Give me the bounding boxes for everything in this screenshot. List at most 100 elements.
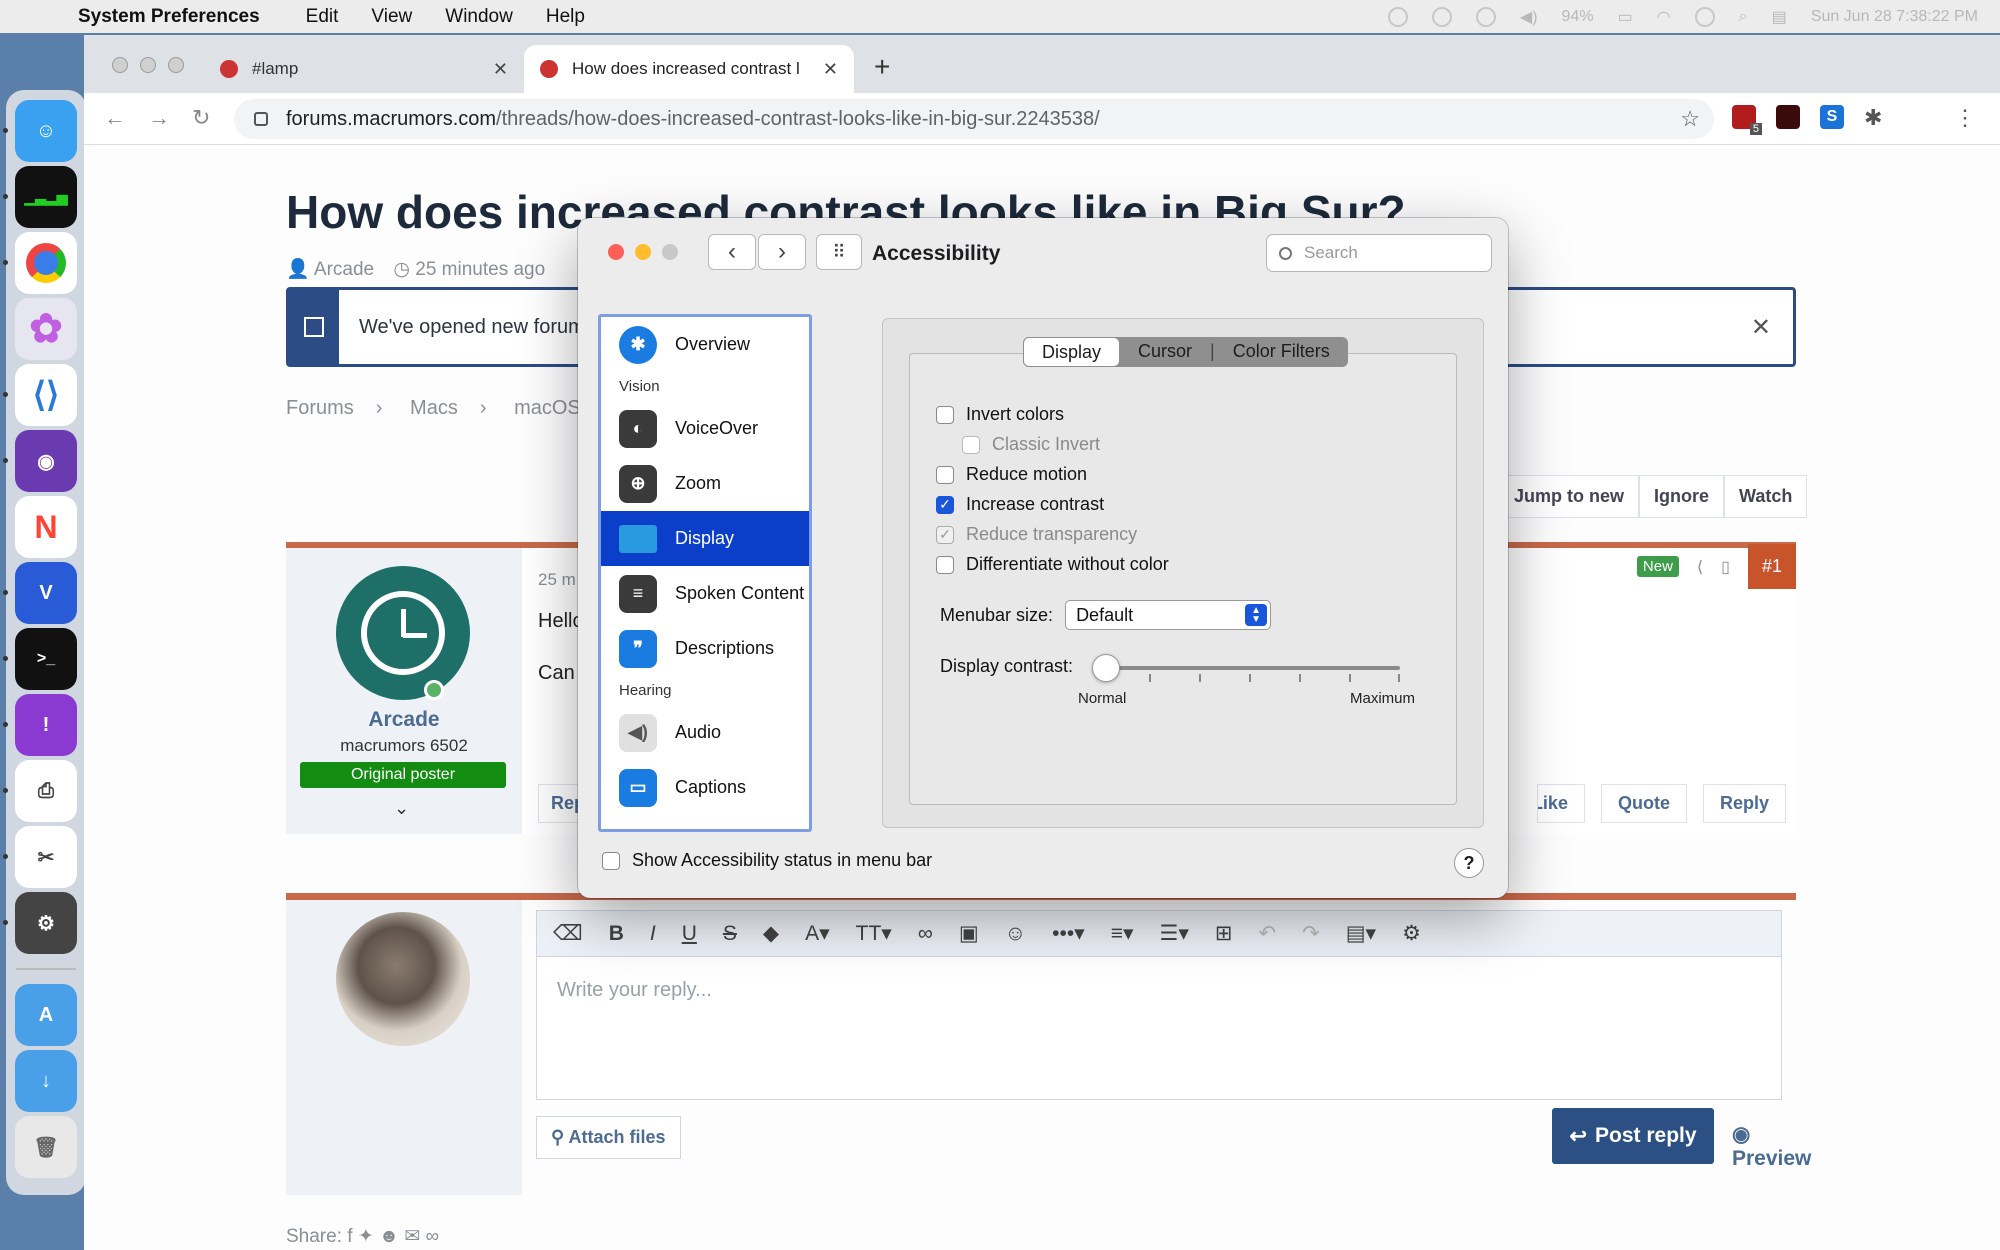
bookmark-star-icon[interactable]: ☆ — [1680, 106, 1700, 132]
differentiate-checkbox[interactable] — [936, 555, 954, 574]
close-tab-icon[interactable]: ✕ — [823, 59, 838, 80]
link-icon[interactable]: ∞ — [918, 922, 933, 946]
ignore-button[interactable]: Ignore — [1639, 475, 1725, 518]
control-center-icon[interactable]: ▤ — [1772, 7, 1787, 27]
terminal-icon[interactable]: >_ — [3, 628, 77, 690]
wifi-icon[interactable]: ◠ — [1657, 7, 1671, 27]
applications-folder-icon[interactable]: A — [15, 984, 77, 1046]
finder-icon[interactable]: ☺ — [3, 100, 77, 162]
redo-icon[interactable]: ↷ — [1302, 921, 1320, 946]
vscode-icon[interactable]: ⟨⟩ — [3, 364, 77, 426]
watch-button[interactable]: Watch — [1724, 475, 1808, 518]
invert-colors-option[interactable]: Invert colors — [936, 404, 1064, 425]
back-button[interactable]: ‹ — [708, 234, 756, 270]
quote-button[interactable]: Quote — [1600, 784, 1687, 823]
battery-icon[interactable]: ▭ — [1618, 7, 1633, 27]
thread-time[interactable]: 25 minutes ago — [415, 259, 545, 280]
post-number[interactable]: #1 — [1747, 544, 1796, 589]
link-share-icon[interactable]: ∞ — [426, 1226, 440, 1247]
post-reply-button[interactable]: ↩ Post reply — [1552, 1108, 1714, 1164]
sidebar-item-audio[interactable]: ◀) Audio — [601, 705, 809, 760]
sidebar-item-captions[interactable]: ▭ Captions — [601, 760, 809, 815]
info-icon[interactable] — [1431, 6, 1452, 27]
sidebar-item-zoom[interactable]: ⊕ Zoom — [601, 456, 809, 511]
reduce-transparency-checkbox[interactable]: ✓ — [936, 525, 954, 544]
feedback-icon[interactable]: ! — [3, 694, 77, 756]
preview-button[interactable]: ◉ Preview — [1732, 1122, 1811, 1171]
bookmark-icon[interactable]: ▯ — [1721, 557, 1730, 577]
close-window-icon[interactable] — [112, 57, 128, 73]
volume-icon[interactable]: ◀) — [1520, 7, 1538, 27]
reload-icon[interactable]: ↻ — [192, 105, 210, 131]
menu-app-name[interactable]: System Preferences — [78, 6, 260, 28]
globe-icon[interactable] — [1387, 6, 1408, 27]
show-status-checkbox[interactable] — [602, 851, 620, 870]
extensions-puzzle-icon[interactable]: ✱ — [1864, 105, 1888, 130]
jump-to-new-button[interactable]: Jump to new — [1499, 475, 1640, 518]
github-desktop-icon[interactable]: ◉ — [3, 430, 77, 492]
menu-view[interactable]: View — [371, 6, 412, 28]
zoom-window-icon[interactable] — [662, 244, 678, 260]
sidebar-item-spoken-content[interactable]: ≡ Spoken Content — [601, 566, 809, 621]
browser-menu-icon[interactable]: ⋮ — [1954, 105, 1978, 130]
sidebar-item-display[interactable]: Display — [601, 511, 809, 566]
sidebar-item-voiceover[interactable]: ◐ VoiceOver — [601, 401, 809, 456]
classic-invert-option[interactable]: Classic Invert — [962, 434, 1100, 455]
email-icon[interactable]: ✉ — [404, 1226, 420, 1247]
search-field[interactable]: Search — [1266, 234, 1492, 272]
settings-gear-icon[interactable]: ⚙ — [1402, 921, 1421, 946]
color-icon[interactable]: ◆ — [763, 921, 779, 946]
image-icon[interactable]: ▣ — [959, 921, 979, 946]
show-all-button[interactable]: ⠿ — [816, 234, 862, 270]
help-button[interactable]: ? — [1454, 848, 1484, 878]
tab-macrumors[interactable]: How does increased contrast l ✕ — [524, 45, 854, 93]
tab-cursor[interactable]: Cursor — [1120, 337, 1210, 367]
undo-icon[interactable]: ↶ — [1259, 921, 1277, 946]
back-icon[interactable]: ← — [104, 105, 126, 131]
show-status-option[interactable]: Show Accessibility status in menu bar — [602, 850, 932, 871]
differentiate-without-color-option[interactable]: Differentiate without color — [936, 554, 1169, 575]
close-tab-icon[interactable]: ✕ — [493, 59, 508, 80]
reddit-icon[interactable]: ☻ — [379, 1226, 399, 1247]
minimize-window-icon[interactable] — [140, 57, 156, 73]
preview-app-icon[interactable]: ⎙ — [3, 760, 77, 822]
align-icon[interactable]: ≡▾ — [1111, 921, 1134, 946]
downloads-folder-icon[interactable]: ↓ — [15, 1050, 77, 1112]
menubar-clock[interactable]: Sun Jun 28 7:38:22 PM — [1811, 8, 1978, 26]
slider-thumb[interactable] — [1092, 654, 1120, 682]
italic-icon[interactable]: I — [650, 922, 656, 946]
breadcrumb-macs[interactable]: Macs — [410, 397, 458, 419]
list-icon[interactable]: ☰▾ — [1160, 921, 1189, 946]
tab-color-filters[interactable]: Color Filters — [1215, 337, 1348, 367]
menu-help[interactable]: Help — [546, 6, 585, 28]
chrome-icon[interactable] — [3, 232, 77, 294]
system-preferences-icon[interactable]: ⚙ — [3, 892, 77, 954]
font-size-icon[interactable]: TT▾ — [856, 921, 892, 946]
reduce-transparency-option[interactable]: ✓ Reduce transparency — [936, 524, 1137, 545]
close-notice-icon[interactable]: ✕ — [1751, 313, 1771, 342]
bold-icon[interactable]: B — [609, 922, 624, 946]
increase-contrast-checkbox[interactable]: ✓ — [936, 495, 954, 514]
strikethrough-icon[interactable]: S — [723, 922, 737, 946]
more-icon[interactable]: •••▾ — [1052, 921, 1085, 946]
battery-percent[interactable]: 94% — [1562, 8, 1594, 26]
sidebar-item-overview[interactable]: ✱ Overview — [601, 317, 809, 372]
reduce-motion-option[interactable]: Reduce motion — [936, 464, 1087, 485]
new-tab-icon[interactable]: + — [874, 51, 890, 83]
ublock-extension-icon[interactable]: 5 — [1732, 105, 1762, 135]
activity-monitor-icon[interactable]: ▁▃▂▅ — [3, 166, 77, 228]
eraser-icon[interactable]: ⌫ — [553, 921, 583, 946]
share-icon[interactable]: ⟨ — [1697, 557, 1703, 577]
avatar[interactable] — [336, 566, 470, 700]
flower-app-icon[interactable]: ✿ — [15, 298, 77, 360]
chevron-down-icon[interactable]: ⌄ — [394, 798, 409, 819]
user-icon[interactable] — [1694, 6, 1715, 27]
display-contrast-slider[interactable] — [1092, 654, 1400, 682]
menu-edit[interactable]: Edit — [306, 6, 339, 28]
sidebar-item-descriptions[interactable]: ❞ Descriptions — [601, 621, 809, 676]
pdf-extension-icon[interactable] — [1776, 105, 1800, 129]
forward-icon[interactable]: → — [148, 105, 170, 131]
post-time[interactable]: 25 m — [538, 570, 576, 590]
vnc-icon[interactable]: V — [3, 562, 77, 624]
avatar[interactable] — [336, 912, 470, 1046]
